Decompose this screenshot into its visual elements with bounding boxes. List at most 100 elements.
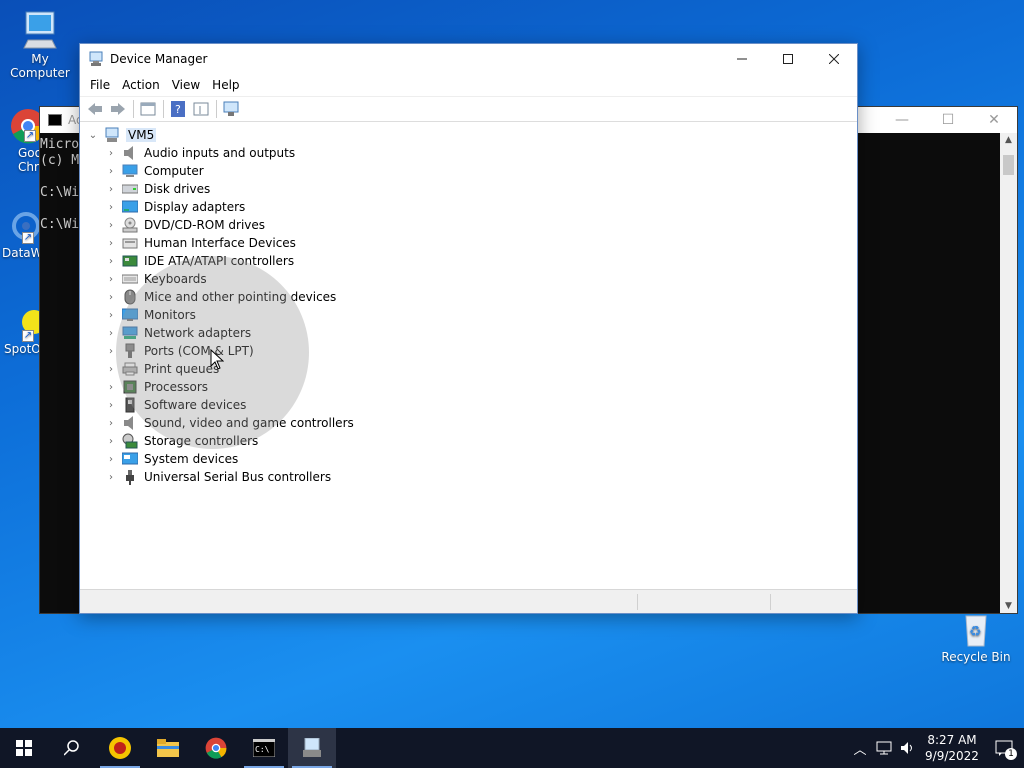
- expand-icon[interactable]: ›: [104, 256, 118, 267]
- taskbar-command-prompt[interactable]: C:\: [240, 728, 288, 768]
- status-divider: [770, 594, 771, 610]
- menu-help[interactable]: Help: [206, 78, 245, 92]
- search-button[interactable]: [48, 728, 96, 768]
- tree-item[interactable]: › Audio inputs and outputs: [104, 144, 295, 162]
- console-scrollbar[interactable]: ▲ ▼: [1000, 133, 1017, 613]
- expand-icon[interactable]: ›: [104, 472, 118, 483]
- expand-icon[interactable]: ›: [104, 418, 118, 429]
- tree-item[interactable]: › Keyboards: [104, 270, 207, 288]
- expand-icon[interactable]: ›: [104, 292, 118, 303]
- tree-item[interactable]: › Computer: [104, 162, 204, 180]
- expand-icon[interactable]: ›: [104, 346, 118, 357]
- expand-icon[interactable]: ›: [104, 400, 118, 411]
- tree-item-label: Processors: [144, 380, 209, 394]
- desktop-icon-my-computer[interactable]: My Computer: [0, 10, 80, 80]
- toolbar: ?: [80, 96, 857, 122]
- expand-icon[interactable]: ›: [104, 328, 118, 339]
- tree-item[interactable]: › System devices: [104, 450, 238, 468]
- taskbar-recorder-app[interactable]: [96, 728, 144, 768]
- tree-item[interactable]: › Universal Serial Bus controllers: [104, 468, 331, 486]
- clock-time: 8:27 AM: [927, 733, 977, 747]
- tree-item-label: Computer: [144, 164, 204, 178]
- tree-item[interactable]: › Ports (COM & LPT): [104, 342, 254, 360]
- device-manager-icon: [303, 738, 321, 757]
- tree-item[interactable]: › IDE ATA/ATAPI controllers: [104, 252, 294, 270]
- start-button[interactable]: [0, 728, 48, 768]
- title-bar[interactable]: Device Manager: [80, 44, 857, 74]
- menu-file[interactable]: File: [84, 78, 116, 92]
- network-icon[interactable]: [872, 741, 896, 755]
- computer-icon: [122, 163, 138, 179]
- tree-item[interactable]: › Display adapters: [104, 198, 245, 216]
- properties-button[interactable]: [137, 98, 159, 120]
- tree-item-label: Software devices: [144, 398, 247, 412]
- clock[interactable]: 8:27 AM 9/9/2022: [920, 732, 984, 764]
- scan-hardware-button[interactable]: [220, 98, 242, 120]
- expand-icon[interactable]: ›: [104, 220, 118, 231]
- tree-item[interactable]: › Storage controllers: [104, 432, 258, 450]
- software-device-icon: [122, 397, 138, 413]
- expand-icon[interactable]: ›: [104, 238, 118, 249]
- usb-icon: [122, 469, 138, 485]
- view-button[interactable]: [190, 98, 212, 120]
- close-button[interactable]: ✕: [971, 112, 1017, 128]
- tree-item[interactable]: › Mice and other pointing devices: [104, 288, 336, 306]
- expand-icon[interactable]: ›: [104, 184, 118, 195]
- tree-item-label: Ports (COM & LPT): [144, 344, 254, 358]
- close-button[interactable]: [811, 44, 857, 74]
- taskbar-chrome[interactable]: [192, 728, 240, 768]
- system-tray: ︿ 8:27 AM 9/9/2022 1: [848, 728, 1024, 768]
- tree-item[interactable]: › Network adapters: [104, 324, 251, 342]
- maximize-button[interactable]: ☐: [925, 112, 971, 128]
- device-manager-icon: [88, 51, 104, 67]
- forward-button[interactable]: [107, 98, 129, 120]
- window-title: Device Manager: [110, 52, 208, 66]
- tree-item[interactable]: › DVD/CD-ROM drives: [104, 216, 265, 234]
- expand-icon[interactable]: ›: [104, 382, 118, 393]
- menu-action[interactable]: Action: [116, 78, 166, 92]
- expand-icon[interactable]: ›: [104, 202, 118, 213]
- recycle-bin[interactable]: ♻ Recycle Bin: [938, 612, 1014, 664]
- action-center-button[interactable]: 1: [984, 740, 1024, 760]
- menu-view[interactable]: View: [166, 78, 206, 92]
- tree-item[interactable]: › Monitors: [104, 306, 196, 324]
- dvd-drive-icon: [122, 217, 138, 233]
- maximize-button[interactable]: [765, 44, 811, 74]
- tree-item[interactable]: › Human Interface Devices: [104, 234, 296, 252]
- expand-icon[interactable]: ›: [104, 364, 118, 375]
- expand-icon[interactable]: ›: [104, 310, 118, 321]
- tree-item[interactable]: › Processors: [104, 378, 208, 396]
- scroll-thumb[interactable]: [1003, 155, 1014, 175]
- expand-icon[interactable]: ›: [104, 274, 118, 285]
- expand-icon[interactable]: ›: [104, 436, 118, 447]
- expand-icon[interactable]: ›: [104, 454, 118, 465]
- collapse-icon[interactable]: ⌄: [86, 130, 100, 141]
- windows-icon: [16, 740, 32, 756]
- taskbar-file-explorer[interactable]: [144, 728, 192, 768]
- notification-icon: 1: [995, 740, 1017, 760]
- notification-count: 1: [1005, 748, 1017, 760]
- tree-item[interactable]: › Sound, video and game controllers: [104, 414, 354, 432]
- minimize-button[interactable]: —: [879, 112, 925, 128]
- tree-item[interactable]: › Disk drives: [104, 180, 210, 198]
- taskbar-device-manager[interactable]: [288, 728, 336, 768]
- sound-controller-icon: [122, 415, 138, 431]
- minimize-button[interactable]: [719, 44, 765, 74]
- ide-controller-icon: [122, 253, 138, 269]
- shortcut-arrow-icon: ↗: [22, 232, 34, 244]
- expand-icon[interactable]: ›: [104, 148, 118, 159]
- tree-item[interactable]: › Software devices: [104, 396, 246, 414]
- volume-icon[interactable]: [896, 741, 920, 755]
- device-manager-window[interactable]: Device Manager File Action View Help ? ⌄…: [79, 43, 858, 614]
- tree-item[interactable]: › Print queues: [104, 360, 219, 378]
- expand-icon[interactable]: ›: [104, 166, 118, 177]
- scroll-down-icon[interactable]: ▼: [1000, 601, 1017, 611]
- printer-icon: [122, 361, 138, 377]
- tree-root[interactable]: ⌄ VM5: [86, 126, 157, 144]
- scroll-up-icon[interactable]: ▲: [1000, 135, 1017, 145]
- help-button[interactable]: ?: [167, 98, 189, 120]
- device-tree[interactable]: ⌄ VM5 › Audio inputs and outputs › Computer…: [80, 124, 857, 589]
- tree-item-label: Display adapters: [144, 200, 246, 214]
- show-hidden-icons-button[interactable]: ︿: [848, 739, 872, 758]
- back-button[interactable]: [84, 98, 106, 120]
